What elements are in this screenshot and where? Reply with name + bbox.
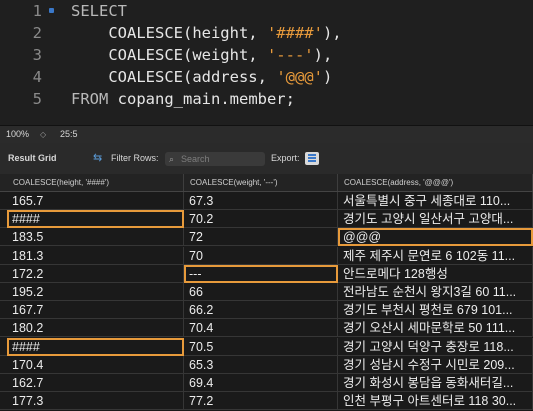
table-row[interactable]: 177.3 77.2 인천 부평구 아트센터로 118 30... <box>0 392 533 411</box>
highlighted-cell[interactable]: #### <box>7 210 184 229</box>
table-cell[interactable]: 70.5 <box>184 337 338 356</box>
table-row[interactable]: 170.4 65.3 경기 성남시 수정구 시민로 209... <box>0 355 533 374</box>
status-bar: 100% ◇ 25:5 <box>0 125 533 143</box>
table-cell[interactable]: 65.3 <box>184 355 338 374</box>
table-cell[interactable]: 70.2 <box>184 210 338 229</box>
cursor-position: 25:5 <box>60 129 78 139</box>
line-number: 4 <box>32 68 42 86</box>
table-cell[interactable]: 162.7 <box>7 374 184 392</box>
filter-rows-label: Filter Rows: <box>111 153 159 163</box>
table-row[interactable]: 172.2 --- 안드로메다 128행성 <box>0 264 533 283</box>
code-token: ) <box>322 68 333 86</box>
column-header[interactable]: COALESCE(address, '@@@') <box>338 174 533 191</box>
code-token: ), <box>322 24 342 42</box>
code-token: '@@@' <box>276 68 323 86</box>
highlighted-cell[interactable]: #### <box>7 337 184 356</box>
table-cell[interactable]: 70 <box>184 246 338 265</box>
code-text: COALESCE(weight, '---'), <box>71 44 332 66</box>
zoom-stepper-icon[interactable]: ◇ <box>40 126 46 143</box>
table-cell[interactable]: 66.2 <box>184 301 338 320</box>
export-icon[interactable] <box>305 152 319 165</box>
table-cell[interactable]: 167.7 <box>7 301 184 320</box>
line-number: 2 <box>32 24 42 42</box>
code-text: FROM copang_main.member; <box>71 88 295 110</box>
line-number: 3 <box>32 46 42 64</box>
table-cell[interactable]: 72 <box>184 228 338 247</box>
table-row[interactable]: 167.7 66.2 경기도 부천시 평천로 679 101... <box>0 301 533 320</box>
code-token: COALESCE(address, <box>71 68 277 86</box>
column-header[interactable]: COALESCE(weight, '---') <box>184 174 338 191</box>
table-cell[interactable]: 서울특별시 중구 세종대로 110... <box>338 192 533 210</box>
code-token: '####' <box>266 24 323 42</box>
refresh-icon[interactable]: ⇆ <box>93 143 102 174</box>
table-cell[interactable]: 70.4 <box>184 319 338 338</box>
highlighted-cell[interactable]: --- <box>184 264 338 283</box>
table-cell[interactable]: 전라남도 순천시 왕지3길 60 11... <box>338 283 533 301</box>
table-cell[interactable]: 177.3 <box>7 392 184 411</box>
code-token: ), <box>313 46 333 64</box>
table-cell[interactable]: 77.2 <box>184 392 338 411</box>
column-header[interactable]: COALESCE(height, '####') <box>7 174 184 191</box>
highlighted-cell[interactable]: @@@ <box>338 228 533 247</box>
sql-editor[interactable]: 1 SELECT 2 COALESCE(height, '####'), 3 COAL… <box>0 0 533 125</box>
line-number: 5 <box>32 90 42 108</box>
export-label: Export: <box>271 153 300 163</box>
table-cell[interactable]: 66 <box>184 283 338 301</box>
table-cell[interactable]: 경기 화성시 봉담읍 동화새터길... <box>338 374 533 392</box>
table-cell[interactable]: 172.2 <box>7 264 184 283</box>
result-grid-tab[interactable]: Result Grid <box>8 143 57 174</box>
grid-header: COALESCE(height, '####') COALESCE(weight… <box>0 174 533 192</box>
code-token: COALESCE(height, <box>71 24 267 42</box>
code-token: copang_main.member; <box>117 90 295 108</box>
execution-marker-icon <box>49 8 54 13</box>
table-cell[interactable]: 인천 부평구 아트센터로 118 30... <box>338 392 533 411</box>
table-cell[interactable]: 165.7 <box>7 192 184 210</box>
table-cell[interactable]: 안드로메다 128행성 <box>338 264 533 283</box>
table-cell[interactable]: 183.5 <box>7 228 184 247</box>
code-text: SELECT <box>71 0 127 22</box>
line-number: 1 <box>32 2 42 20</box>
table-cell[interactable]: 69.4 <box>184 374 338 392</box>
table-cell[interactable]: 170.4 <box>7 355 184 374</box>
table-cell[interactable]: 경기 오산시 세마문학로 50 111... <box>338 319 533 338</box>
table-cell[interactable]: 경기도 고양시 일산서구 고양대... <box>338 210 533 229</box>
table-cell[interactable]: 181.3 <box>7 246 184 265</box>
table-cell[interactable]: 195.2 <box>7 283 184 301</box>
filter-search-input[interactable] <box>181 152 261 166</box>
result-toolbar: Result Grid ⇆ Filter Rows: ⌕ Export: <box>0 143 533 174</box>
table-row[interactable]: #### 70.5 경기 고양시 덕양구 충장로 118... <box>0 337 533 356</box>
table-cell[interactable]: 경기도 부천시 평천로 679 101... <box>338 301 533 320</box>
code-text: COALESCE(height, '####'), <box>71 22 342 44</box>
search-icon: ⌕ <box>169 154 175 164</box>
table-cell[interactable]: 경기 성남시 수정구 시민로 209... <box>338 355 533 374</box>
code-token: SELECT <box>71 2 127 20</box>
table-row[interactable]: 183.5 72 @@@ <box>0 228 533 247</box>
filter-search-box[interactable]: ⌕ <box>165 152 265 166</box>
table-cell[interactable]: 경기 고양시 덕양구 충장로 118... <box>338 337 533 356</box>
code-text: COALESCE(address, '@@@') <box>71 66 332 88</box>
table-cell[interactable]: 제주 제주시 문연로 6 102동 11... <box>338 246 533 265</box>
table-row[interactable]: 180.2 70.4 경기 오산시 세마문학로 50 111... <box>0 319 533 338</box>
code-token: '---' <box>266 46 314 64</box>
zoom-level[interactable]: 100% <box>6 126 29 143</box>
table-row[interactable]: 162.7 69.4 경기 화성시 봉담읍 동화새터길... <box>0 374 533 392</box>
table-cell[interactable]: 180.2 <box>7 319 184 338</box>
code-token: FROM <box>71 90 118 108</box>
table-row[interactable]: #### 70.2 경기도 고양시 일산서구 고양대... <box>0 210 533 229</box>
table-row[interactable]: 165.7 67.3 서울특별시 중구 세종대로 110... <box>0 192 533 210</box>
code-token: COALESCE(weight, <box>71 46 267 64</box>
table-row[interactable]: 181.3 70 제주 제주시 문연로 6 102동 11... <box>0 246 533 265</box>
result-grid[interactable]: COALESCE(height, '####') COALESCE(weight… <box>0 174 533 411</box>
table-row[interactable]: 195.2 66 전라남도 순천시 왕지3길 60 11... <box>0 283 533 301</box>
table-cell[interactable]: 67.3 <box>184 192 338 210</box>
